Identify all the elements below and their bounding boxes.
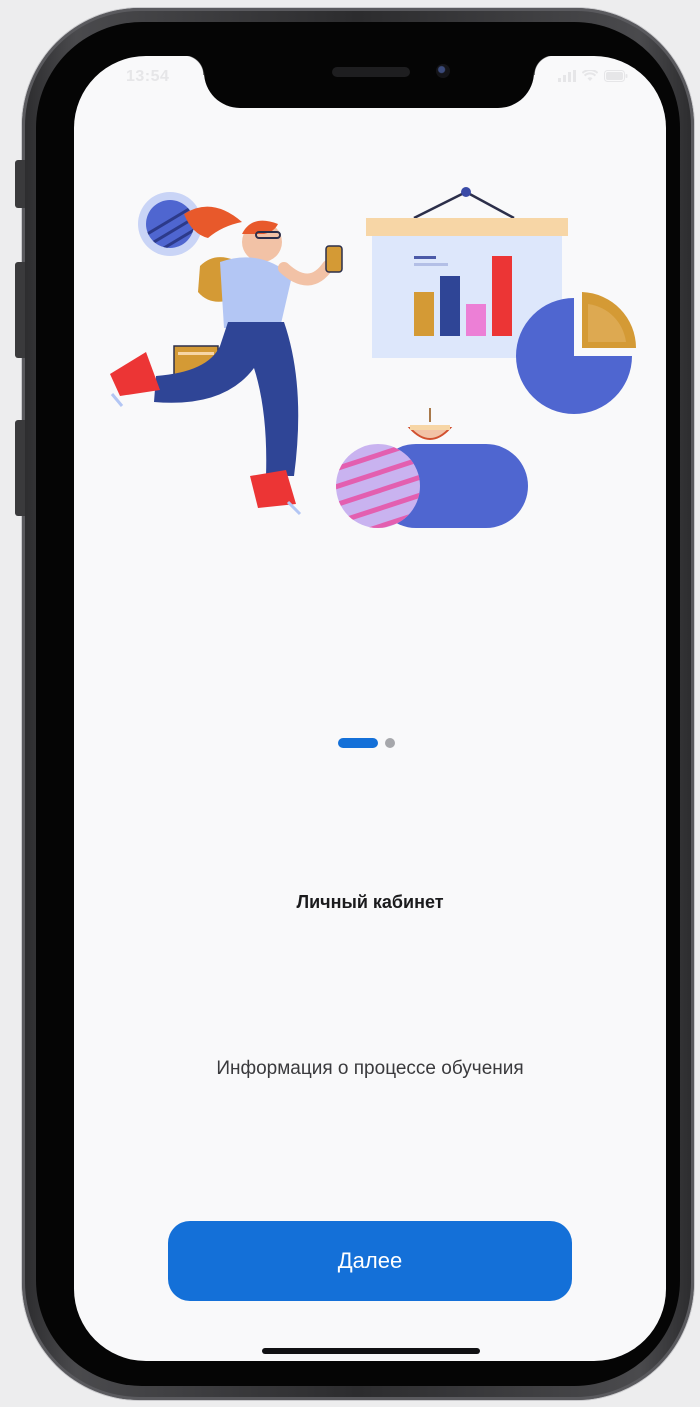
home-indicator[interactable] [262,1348,480,1354]
student-running-with-charts-illustration [110,187,636,528]
page-indicator-dot[interactable] [385,738,395,748]
cylinder-graphic [336,408,528,528]
page-indicator-dot-active[interactable] [338,738,378,748]
onboarding-title: Личный кабинет [296,892,444,912]
next-button[interactable]: Далее [168,1221,572,1301]
volume-up-button [15,262,25,358]
page-indicator [338,738,395,748]
onboarding-subtitle: Информация о процессе обучения [216,1058,524,1079]
volume-down-button [15,420,25,516]
mute-switch [15,160,25,208]
student-figure [110,192,343,516]
app-screen: 13:54 Личный кабинет Информация о процес… [74,56,666,1361]
